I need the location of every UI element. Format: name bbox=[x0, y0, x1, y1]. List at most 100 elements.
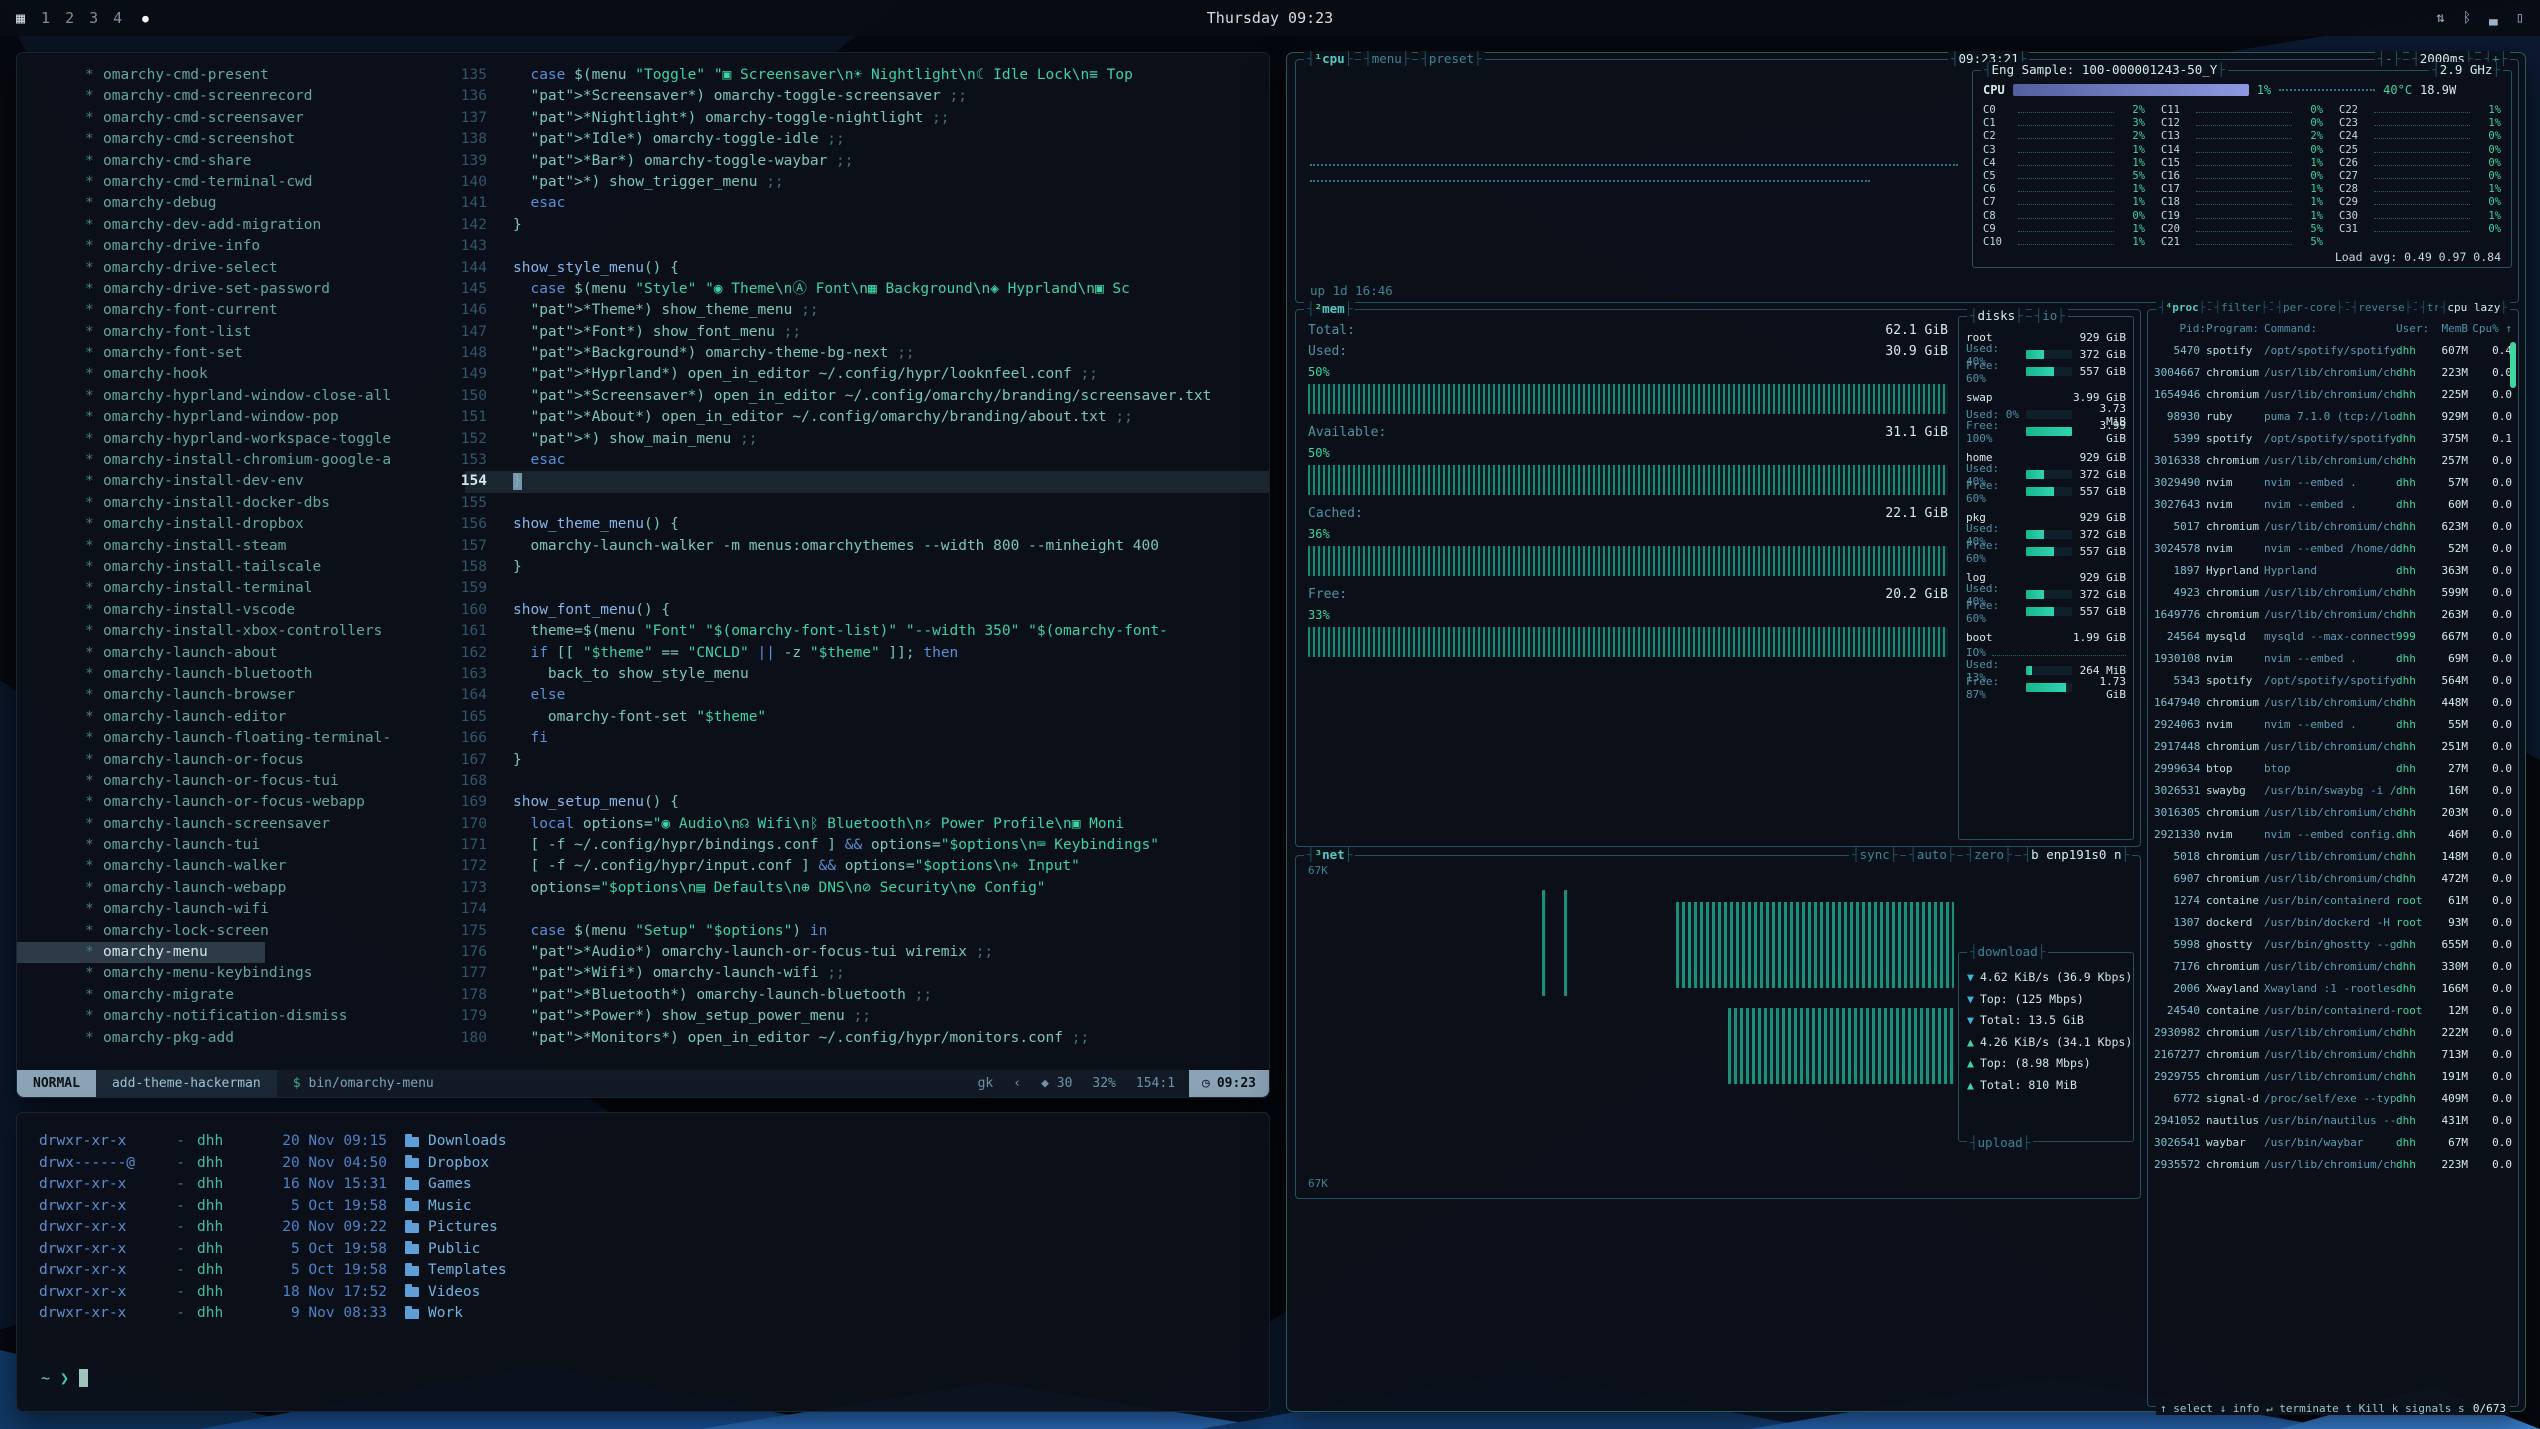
process-row[interactable]: 3029490nvimnvim --embed .dhh57M0.0 bbox=[2148, 472, 2518, 494]
process-row[interactable]: 3016338chromium/usr/lib/chromium/chromdh… bbox=[2148, 450, 2518, 472]
process-row[interactable]: 1654946chromium/usr/lib/chromium/chromdh… bbox=[2148, 384, 2518, 406]
modified-date: 16 Nov 15:31 bbox=[255, 1174, 405, 1196]
code-text: "pat">*) show_trigger_menu ;; bbox=[487, 172, 784, 193]
reverse-tab[interactable]: reverse bbox=[2349, 301, 2415, 314]
current-file: $bin/omarchy-menu bbox=[277, 1076, 450, 1091]
process-row[interactable]: 2941052nautilus/usr/bin/nautilus --gapdh… bbox=[2148, 1110, 2518, 1132]
line-number: 160 bbox=[17, 600, 487, 621]
process-row[interactable]: 1307dockerd/usr/bin/dockerd -H fd:root93… bbox=[2148, 912, 2518, 934]
direction-arrow-icon: ▼ bbox=[1967, 967, 1974, 989]
core-row: C151% bbox=[2161, 157, 2323, 170]
core-row: C250% bbox=[2339, 144, 2501, 157]
process-scrollbar[interactable] bbox=[2510, 342, 2516, 388]
process-row[interactable]: 3024578nvimnvim --embed /home/dhh/dhh52M… bbox=[2148, 538, 2518, 560]
owner: dhh bbox=[197, 1303, 255, 1325]
core-row: C140% bbox=[2161, 144, 2323, 157]
core-row: C270% bbox=[2339, 170, 2501, 183]
net-interface-selector[interactable]: b enp191s0 n bbox=[2021, 847, 2132, 862]
line-number: 157 bbox=[17, 536, 487, 557]
shell-prompt[interactable]: ~ ❯ bbox=[41, 1369, 88, 1387]
process-row[interactable]: 3026531swaybg/usr/bin/swaybg -i /homdhh1… bbox=[2148, 780, 2518, 802]
net-sync-tab[interactable]: sync bbox=[1849, 847, 1900, 862]
process-row[interactable]: 5343spotify/opt/spotify/spotifydhh564M0.… bbox=[2148, 670, 2518, 692]
process-row[interactable]: 2924063nvimnvim --embed .dhh55M0.0 bbox=[2148, 714, 2518, 736]
process-keybind-footer[interactable]: ↑ select ↓ info ↵ terminate t Kill k sig… bbox=[2156, 1402, 2469, 1415]
process-row[interactable]: 1274containe/usr/bin/containerdroot61M0.… bbox=[2148, 890, 2518, 912]
process-row[interactable]: 6772signal-d/proc/self/exe --type=rdhh40… bbox=[2148, 1088, 2518, 1110]
process-row[interactable]: 98930rubypuma 7.1.0 (tcp://localdhh929M0… bbox=[2148, 406, 2518, 428]
code-line: 170 local options="◉ Audio\n☊ Wifi\nᛒ Bl… bbox=[17, 814, 1269, 835]
process-row[interactable]: 5470spotify/opt/spotify/spotify --dhh607… bbox=[2148, 340, 2518, 362]
owner: dhh bbox=[197, 1282, 255, 1304]
app-launcher-icon[interactable]: ▦ bbox=[16, 9, 25, 27]
sort-selector[interactable]: cpu lazy bbox=[2438, 301, 2510, 314]
line-number: 172 bbox=[17, 856, 487, 877]
process-row[interactable]: 3016305chromium/usr/lib/chromium/chromdh… bbox=[2148, 802, 2518, 824]
process-row[interactable]: 3027643nvimnvim --embed .dhh60M0.0 bbox=[2148, 494, 2518, 516]
btop-proc-box: ⁴proc filter per-core reverse tree cpu l… bbox=[2147, 309, 2519, 1407]
disks-tab[interactable]: disks bbox=[1967, 308, 2026, 323]
process-row[interactable]: 2167277chromium/usr/lib/chromium/chromdh… bbox=[2148, 1044, 2518, 1066]
process-row[interactable]: 2935572chromium/usr/lib/chromium/chromdh… bbox=[2148, 1154, 2518, 1176]
per-core-tab[interactable]: per-core bbox=[2273, 301, 2345, 314]
workspace-button[interactable]: 4 bbox=[113, 9, 122, 27]
process-row[interactable]: 5998ghostty/usr/bin/ghostty --gtk-dhh655… bbox=[2148, 934, 2518, 956]
tray-icon[interactable]: ▯ bbox=[2516, 10, 2524, 26]
terminal-window[interactable]: drwxr-xr-x - dhh 20 Nov 09:15 Downloads … bbox=[16, 1112, 1270, 1412]
process-row[interactable]: 5017chromium/usr/lib/chromium/chromdhh62… bbox=[2148, 516, 2518, 538]
code-editor[interactable]: 135 case $(menu "Toggle" "▣ Screensaver\… bbox=[17, 65, 1269, 1049]
process-row[interactable]: 3004667chromium/usr/lib/chromium/chromdh… bbox=[2148, 362, 2518, 384]
code-line: 169show_setup_menu() { bbox=[17, 792, 1269, 813]
workspace-button[interactable]: 3 bbox=[89, 9, 98, 27]
memory-graph bbox=[1308, 384, 1948, 414]
process-row[interactable]: 2929755chromium/usr/lib/chromium/chromdh… bbox=[2148, 1066, 2518, 1088]
line-number: 148 bbox=[17, 343, 487, 364]
process-row[interactable]: 2930982chromium/usr/lib/chromium/chromdh… bbox=[2148, 1022, 2518, 1044]
process-row[interactable]: 24540containe/usr/bin/containerd-shiroot… bbox=[2148, 1000, 2518, 1022]
workspace-button[interactable]: 1 bbox=[41, 9, 50, 27]
net-zero-tab[interactable]: zero bbox=[1963, 847, 2014, 862]
upload-graph bbox=[1728, 1008, 1954, 1084]
workspace-button[interactable]: 2 bbox=[65, 9, 74, 27]
process-row[interactable]: 2921330nvimnvim --embed config.jsodhh46M… bbox=[2148, 824, 2518, 846]
process-row[interactable]: 3026541waybar/usr/bin/waybardhh67M0.0 bbox=[2148, 1132, 2518, 1154]
process-row[interactable]: 2999634btopbtopdhh27M0.0 bbox=[2148, 758, 2518, 780]
owner: dhh bbox=[197, 1174, 255, 1196]
filter-tab[interactable]: filter bbox=[2211, 301, 2270, 314]
process-row[interactable]: 1647940chromium/usr/lib/chromium/chromdh… bbox=[2148, 692, 2518, 714]
process-row[interactable]: 2917448chromium/usr/lib/chromium/chromdh… bbox=[2148, 736, 2518, 758]
status-item: 154:1 bbox=[1136, 1076, 1175, 1091]
tray-icon[interactable]: ᛒ bbox=[2463, 10, 2471, 26]
btop-net-box: ³net sync auto zero b enp191s0 n 67K 67K… bbox=[1295, 855, 2141, 1199]
owner: dhh bbox=[197, 1260, 255, 1282]
code-text: local options="◉ Audio\n☊ Wifi\nᛒ Blueto… bbox=[487, 814, 1124, 835]
code-text: "pat">*Bar*) omarchy-toggle-waybar ;; bbox=[487, 151, 854, 172]
io-tab[interactable]: io bbox=[2032, 308, 2068, 323]
tray-icon[interactable]: ▃ bbox=[2489, 10, 2497, 26]
process-row[interactable]: 2006XwaylandXwayland :1 -rootless -dhh16… bbox=[2148, 978, 2518, 1000]
line-number: 145 bbox=[17, 279, 487, 300]
process-row[interactable]: 5399spotify/opt/spotify/spotify --dhh375… bbox=[2148, 428, 2518, 450]
net-auto-tab[interactable]: auto bbox=[1906, 847, 1957, 862]
process-row[interactable]: 6907chromium/usr/lib/chromium/chromdhh47… bbox=[2148, 868, 2518, 890]
code-line: 144show_style_menu() { bbox=[17, 258, 1269, 279]
code-line: 149 "pat">*Hyprland*) open_in_editor ~/.… bbox=[17, 364, 1269, 385]
memory-stat: Available:31.1 GiB bbox=[1308, 422, 1948, 443]
process-row[interactable]: 7176chromium/usr/lib/chromium/chromdhh33… bbox=[2148, 956, 2518, 978]
modified-date: 20 Nov 04:50 bbox=[255, 1153, 405, 1175]
code-line: 167} bbox=[17, 750, 1269, 771]
process-row[interactable]: 24564mysqldmysqld --max-connection999667… bbox=[2148, 626, 2518, 648]
process-row[interactable]: 1649776chromium/usr/lib/chromium/chromdh… bbox=[2148, 604, 2518, 626]
menu-tab[interactable]: menu bbox=[1361, 51, 1412, 66]
tray-icon[interactable]: ⇅ bbox=[2436, 10, 2444, 26]
code-text: case $(menu "Toggle" "▣ Screensaver\n☀ N… bbox=[487, 65, 1133, 86]
interval-decrease-button[interactable]: - bbox=[2375, 51, 2404, 66]
process-row[interactable]: 1897HyprlandHyprlanddhh363M0.0 bbox=[2148, 560, 2518, 582]
preset-tab[interactable]: preset bbox=[1418, 51, 1484, 66]
core-row: C41% bbox=[1983, 157, 2145, 170]
process-row[interactable]: 4923chromium/usr/lib/chromium/chromdhh59… bbox=[2148, 582, 2518, 604]
process-row[interactable]: 1930108nvimnvim --embed .dhh69M0.0 bbox=[2148, 648, 2518, 670]
sort-column[interactable]: Cpu% ↑ bbox=[2468, 318, 2512, 340]
process-row[interactable]: 5018chromium/usr/lib/chromium/chromdhh14… bbox=[2148, 846, 2518, 868]
core-row: C110% bbox=[2161, 104, 2323, 117]
